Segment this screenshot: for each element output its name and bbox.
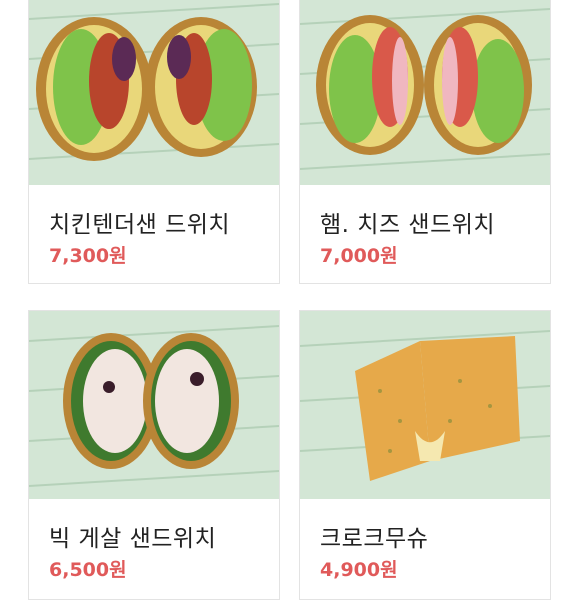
product-card-croque-monsieur[interactable]: 크로크무슈 4,900원 [299,310,551,600]
product-card-ham-cheese[interactable]: 햄. 치즈 샌드위치 7,000원 [299,0,551,284]
product-image-croque-monsieur[interactable] [300,311,550,499]
product-name[interactable]: 햄. 치즈 샌드위치 [320,205,495,239]
product-name[interactable]: 크로크무슈 [320,519,428,553]
product-price: 7,300원 [49,245,127,267]
product-image-ham-cheese-sandwich[interactable] [300,0,550,185]
product-card-crab-salad[interactable]: 빅 게살 샌드위치 6,500원 [28,310,280,600]
product-price: 6,500원 [49,559,127,581]
product-name[interactable]: 치킨텐더샌 드위치 [49,205,230,239]
product-image-chicken-tender-sandwich[interactable] [29,0,279,185]
product-grid: 치킨텐더샌 드위치 7,300원 햄. 치즈 샌드위치 7,000원 빅 게살 … [0,0,580,610]
product-image-big-crab-sandwich[interactable] [29,311,279,499]
product-price: 7,000원 [320,245,398,267]
product-card-chicken-tender[interactable]: 치킨텐더샌 드위치 7,300원 [28,0,280,284]
product-name[interactable]: 빅 게살 샌드위치 [49,519,216,553]
product-price: 4,900원 [320,559,398,581]
